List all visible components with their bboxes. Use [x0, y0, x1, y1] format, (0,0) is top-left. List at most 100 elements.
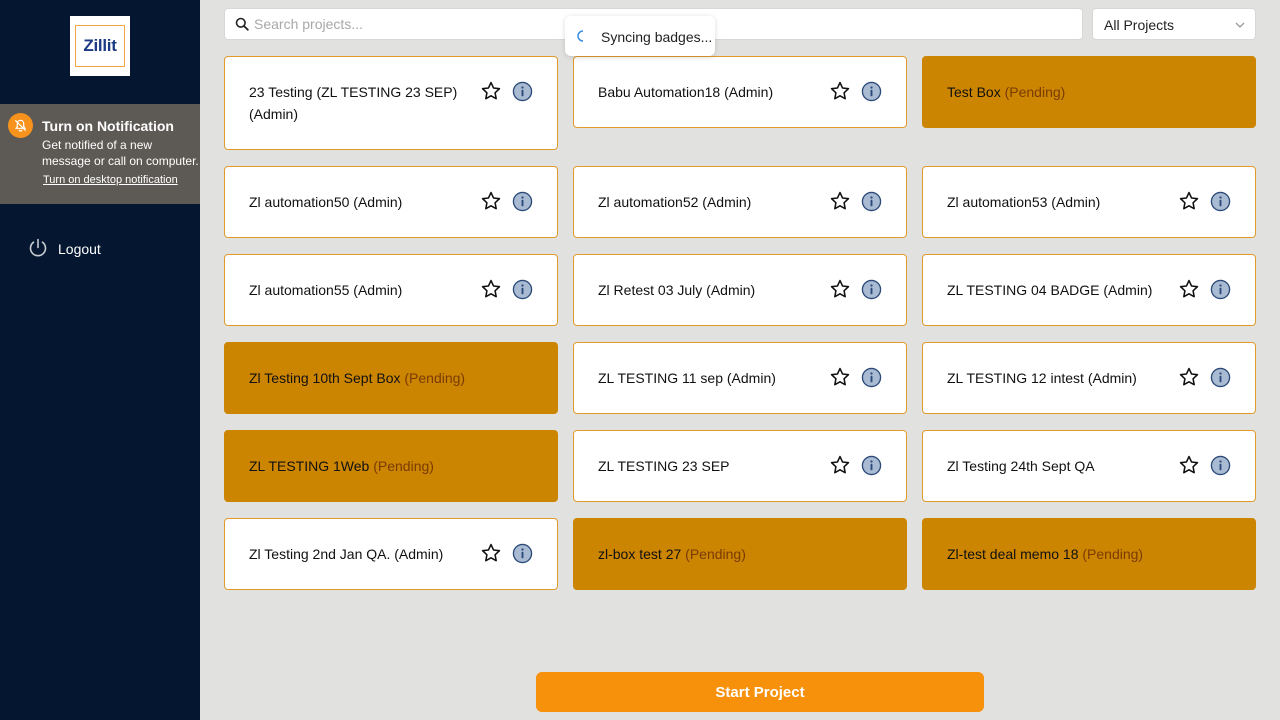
info-icon[interactable]	[512, 279, 533, 300]
info-icon[interactable]	[861, 279, 882, 300]
info-icon[interactable]	[512, 191, 533, 212]
pending-status-label: (Pending)	[1004, 84, 1066, 100]
info-icon[interactable]	[861, 367, 882, 388]
favorite-star-icon[interactable]	[829, 454, 851, 476]
project-name: Zl-test deal memo 18 (Pending)	[947, 543, 1237, 565]
project-name: Zl Testing 2nd Jan QA. (Admin)	[249, 543, 469, 565]
favorite-star-icon[interactable]	[480, 80, 502, 102]
project-card-pending[interactable]: Zl-test deal memo 18 (Pending)	[922, 518, 1256, 590]
favorite-star-icon[interactable]	[1178, 454, 1200, 476]
project-name: zl-box test 27 (Pending)	[598, 543, 888, 565]
favorite-star-icon[interactable]	[829, 366, 851, 388]
logo-text: Zillit	[75, 25, 125, 67]
info-icon[interactable]	[861, 81, 882, 102]
project-name-text: ZL TESTING 04 BADGE (Admin)	[947, 282, 1153, 298]
info-icon[interactable]	[861, 455, 882, 476]
project-name: Babu Automation18 (Admin)	[598, 81, 818, 103]
project-name: Zl automation55 (Admin)	[249, 279, 469, 301]
pending-status-label: (Pending)	[404, 370, 466, 386]
toast-message: Syncing badges...	[601, 29, 713, 45]
project-card[interactable]: Zl automation53 (Admin)	[922, 166, 1256, 238]
project-name-text: 23 Testing (ZL TESTING 23 SEP) (Admin)	[249, 84, 458, 122]
info-icon[interactable]	[512, 81, 533, 102]
project-card[interactable]: Zl Testing 24th Sept QA	[922, 430, 1256, 502]
project-name: Zl Testing 24th Sept QA	[947, 455, 1167, 477]
project-name-text: ZL TESTING 12 intest (Admin)	[947, 370, 1137, 386]
project-name: 23 Testing (ZL TESTING 23 SEP) (Admin)	[249, 81, 469, 125]
project-card[interactable]: ZL TESTING 11 sep (Admin)	[573, 342, 907, 414]
power-icon	[29, 238, 47, 257]
notification-title: Turn on Notification	[42, 118, 174, 134]
project-card[interactable]: 23 Testing (ZL TESTING 23 SEP) (Admin)	[224, 56, 558, 150]
project-card-pending[interactable]: Zl Testing 10th Sept Box (Pending)	[224, 342, 558, 414]
project-name: Test Box (Pending)	[947, 81, 1237, 103]
project-name-text: Babu Automation18 (Admin)	[598, 84, 774, 100]
project-name-text: Zl automation52 (Admin)	[598, 194, 752, 210]
project-name: Zl automation50 (Admin)	[249, 191, 469, 213]
project-name-text: ZL TESTING 23 SEP	[598, 458, 730, 474]
project-name-text: Zl Retest 03 July (Admin)	[598, 282, 756, 298]
project-name: Zl Retest 03 July (Admin)	[598, 279, 818, 301]
favorite-star-icon[interactable]	[480, 278, 502, 300]
sidebar: Zillit Turn on Notification Get notified…	[0, 0, 200, 720]
favorite-star-icon[interactable]	[480, 542, 502, 564]
project-card-pending[interactable]: zl-box test 27 (Pending)	[573, 518, 907, 590]
project-name-text: ZL TESTING 11 sep (Admin)	[598, 370, 776, 386]
project-name-text: zl-box test 27	[598, 546, 682, 562]
project-name-text: Zl automation55 (Admin)	[249, 282, 403, 298]
favorite-star-icon[interactable]	[829, 190, 851, 212]
project-name-text: ZL TESTING 1Web	[249, 458, 370, 474]
start-project-button[interactable]: Start Project	[536, 672, 984, 712]
project-card-pending[interactable]: Test Box (Pending)	[922, 56, 1256, 128]
pending-status-label: (Pending)	[373, 458, 434, 474]
project-name-text: Test Box	[947, 84, 1001, 100]
favorite-star-icon[interactable]	[480, 190, 502, 212]
project-card[interactable]: Zl Retest 03 July (Admin)	[573, 254, 907, 326]
project-card[interactable]: Zl automation55 (Admin)	[224, 254, 558, 326]
project-name: Zl automation53 (Admin)	[947, 191, 1167, 213]
info-icon[interactable]	[1210, 191, 1231, 212]
info-icon[interactable]	[1210, 367, 1231, 388]
chevron-down-icon	[1235, 22, 1245, 28]
project-card[interactable]: Zl automation50 (Admin)	[224, 166, 558, 238]
filter-selected-value: All Projects	[1104, 17, 1175, 33]
project-card[interactable]: ZL TESTING 04 BADGE (Admin)	[922, 254, 1256, 326]
project-name-text: Zl Testing 10th Sept Box	[249, 370, 401, 386]
project-name-text: Zl-test deal memo 18	[947, 546, 1079, 562]
project-name: ZL TESTING 23 SEP	[598, 455, 818, 477]
project-card-pending[interactable]: ZL TESTING 1Web (Pending)	[224, 430, 558, 502]
enable-notification-link[interactable]: Turn on desktop notification	[43, 174, 178, 186]
project-name: ZL TESTING 12 intest (Admin)	[947, 367, 1167, 389]
project-card[interactable]: Zl automation52 (Admin)	[573, 166, 907, 238]
notification-text: Get notified of a new message or call on…	[42, 138, 199, 168]
favorite-star-icon[interactable]	[1178, 278, 1200, 300]
logout-label: Logout	[58, 241, 101, 257]
favorite-star-icon[interactable]	[829, 80, 851, 102]
info-icon[interactable]	[1210, 455, 1231, 476]
pending-status-label: (Pending)	[1082, 546, 1144, 562]
pending-status-label: (Pending)	[685, 546, 746, 562]
project-card[interactable]: Babu Automation18 (Admin)	[573, 56, 907, 128]
bell-off-icon	[8, 113, 33, 138]
project-name-text: Zl automation53 (Admin)	[947, 194, 1101, 210]
info-icon[interactable]	[1210, 279, 1231, 300]
project-name: Zl automation52 (Admin)	[598, 191, 818, 213]
search-icon	[235, 17, 249, 31]
favorite-star-icon[interactable]	[1178, 190, 1200, 212]
app-logo: Zillit	[70, 16, 130, 76]
project-card[interactable]: Zl Testing 2nd Jan QA. (Admin)	[224, 518, 558, 590]
info-icon[interactable]	[861, 191, 882, 212]
project-name: ZL TESTING 11 sep (Admin)	[598, 367, 818, 389]
info-icon[interactable]	[512, 543, 533, 564]
project-name: ZL TESTING 04 BADGE (Admin)	[947, 279, 1167, 301]
favorite-star-icon[interactable]	[1178, 366, 1200, 388]
project-name-text: Zl Testing 24th Sept QA	[947, 458, 1095, 474]
favorite-star-icon[interactable]	[829, 278, 851, 300]
project-name-text: Zl Testing 2nd Jan QA. (Admin)	[249, 546, 444, 562]
project-name: ZL TESTING 1Web (Pending)	[249, 455, 539, 477]
project-card[interactable]: ZL TESTING 23 SEP	[573, 430, 907, 502]
project-card[interactable]: ZL TESTING 12 intest (Admin)	[922, 342, 1256, 414]
project-name-text: Zl automation50 (Admin)	[249, 194, 403, 210]
spinner-icon	[577, 30, 584, 42]
project-filter-dropdown[interactable]: All Projects	[1092, 8, 1256, 40]
